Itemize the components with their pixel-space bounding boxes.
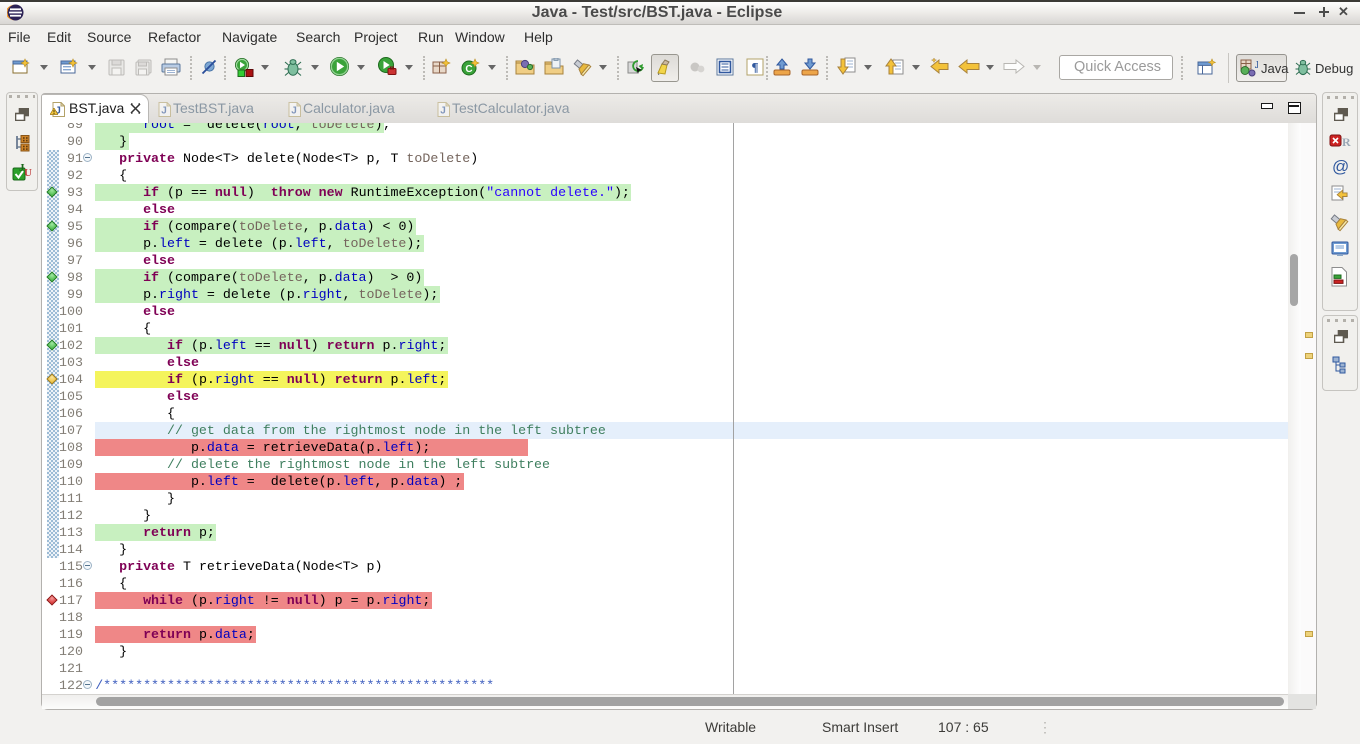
svg-text:J: J (1255, 59, 1259, 71)
svg-text:¶: ¶ (751, 60, 758, 75)
svg-text:J: J (161, 106, 167, 117)
svg-text:J: J (440, 106, 446, 117)
svg-text:U: U (24, 167, 32, 179)
svg-text:J: J (291, 106, 297, 117)
svg-text:C: C (465, 64, 472, 75)
svg-text:R: R (1342, 135, 1351, 149)
